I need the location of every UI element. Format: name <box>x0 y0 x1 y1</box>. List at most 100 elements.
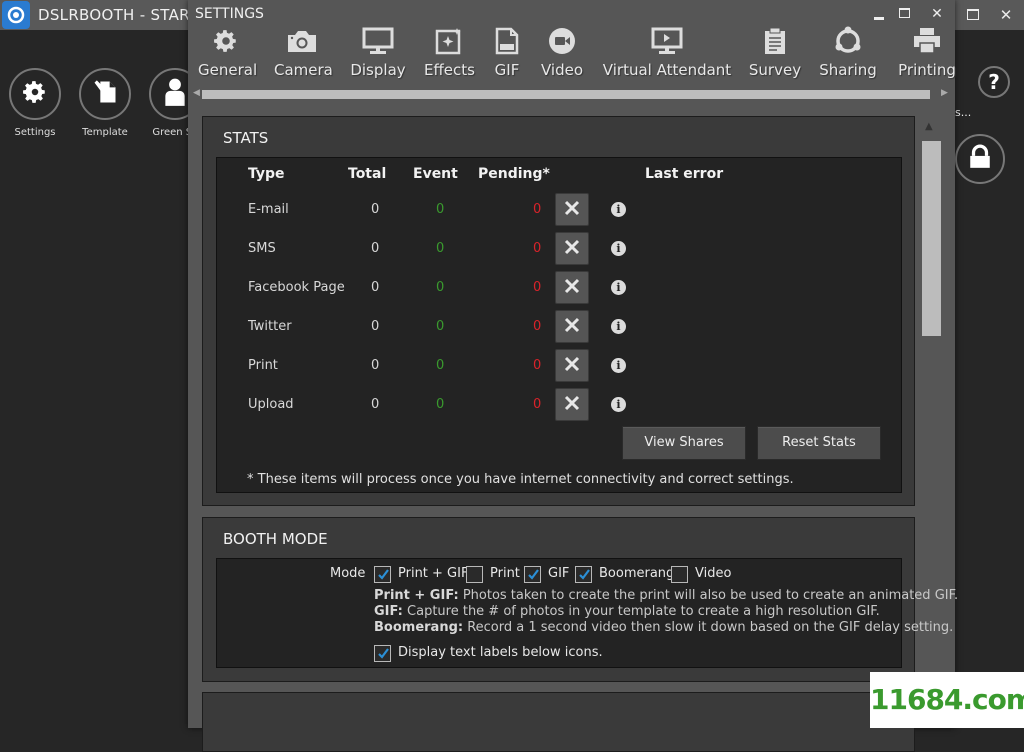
description-text: Photos taken to create the print will al… <box>458 588 959 603</box>
clear-pending-button[interactable] <box>555 193 589 226</box>
info-icon[interactable]: i <box>611 280 626 295</box>
stats-row: Twitter 0 0 0 i <box>217 309 903 345</box>
scrollbar-thumb[interactable] <box>202 90 930 99</box>
gear-icon <box>213 28 239 58</box>
clear-pending-button[interactable] <box>555 271 589 304</box>
tab-label: Video <box>540 61 584 79</box>
row-type: E-mail <box>248 202 289 217</box>
mode-option-label: Boomerang <box>599 566 675 581</box>
row-total: 0 <box>371 202 380 217</box>
info-icon[interactable]: i <box>611 358 626 373</box>
info-icon[interactable]: i <box>611 202 626 217</box>
row-type: Facebook Page <box>248 280 345 295</box>
mode-label: Mode <box>330 566 366 581</box>
description-term: GIF: <box>374 604 403 619</box>
tab-label: Printing <box>898 61 956 79</box>
tab-printing[interactable]: Printing <box>894 28 960 79</box>
tab-sharing[interactable]: Sharing <box>818 26 878 79</box>
virtual-attendant-icon <box>651 27 683 59</box>
row-type: Print <box>248 358 278 373</box>
tabs-horizontal-scrollbar[interactable]: ◀ ▶ <box>193 88 948 100</box>
scroll-right-icon[interactable]: ▶ <box>941 88 948 98</box>
main-tool-template[interactable]: Template <box>75 68 135 138</box>
settings-tabs: General Camera Display Effects GIF Video… <box>188 26 956 84</box>
mode-option-checkbox[interactable] <box>524 566 541 583</box>
clear-pending-button[interactable] <box>555 349 589 382</box>
mode-option-checkbox[interactable] <box>575 566 592 583</box>
row-pending: 0 <box>533 202 542 217</box>
camera-icon <box>286 28 318 58</box>
main-maximize-button[interactable] <box>962 4 984 26</box>
settings-window: SETTINGS ✕ General Camera Display Effect… <box>188 0 958 752</box>
booth-mode-panel: Mode Print + GIF Print GIF Boomerang Video P… <box>216 558 958 668</box>
stats-row: E-mail 0 0 0 i <box>217 192 903 228</box>
row-type: Upload <box>248 397 294 412</box>
main-close-button[interactable]: ✕ <box>995 4 1017 26</box>
clear-pending-button[interactable] <box>555 388 589 421</box>
question-icon: ? <box>988 70 1000 94</box>
lock-button[interactable] <box>955 134 1005 184</box>
mode-option-label: Print <box>490 566 520 581</box>
tab-label: Sharing <box>819 61 877 79</box>
row-total: 0 <box>371 319 380 334</box>
stats-row: Facebook Page 0 0 0 i <box>217 270 903 306</box>
description-term: Print + GIF: <box>374 588 459 603</box>
mode-description: Boomerang: Record a 1 second video then … <box>374 620 953 635</box>
tab-display[interactable]: Display <box>350 27 406 79</box>
close-icon <box>564 395 580 415</box>
help-button[interactable]: ? <box>978 66 1010 98</box>
template-edit-icon <box>91 78 119 110</box>
settings-close-button[interactable]: ✕ <box>926 4 948 24</box>
mode-option-checkbox[interactable] <box>671 566 688 583</box>
close-icon <box>564 278 580 298</box>
tab-gif[interactable]: GIF <box>490 27 524 79</box>
reset-stats-button[interactable]: Reset Stats <box>757 426 881 460</box>
info-icon[interactable]: i <box>611 241 626 256</box>
scroll-up-icon[interactable]: ▲ <box>925 121 933 132</box>
tab-general[interactable]: General <box>198 28 258 79</box>
close-icon <box>564 356 580 376</box>
video-icon <box>548 27 576 59</box>
tab-camera[interactable]: Camera <box>274 28 333 79</box>
app-title: DSLRBOOTH - START <box>38 6 199 24</box>
settings-title: SETTINGS <box>195 6 264 22</box>
row-pending: 0 <box>533 319 542 334</box>
main-tool-settings[interactable]: Settings <box>5 68 65 138</box>
clear-pending-button[interactable] <box>555 232 589 265</box>
stats-footnote: * These items will process once you have… <box>247 472 794 487</box>
description-text: Capture the # of photos in your template… <box>402 604 880 619</box>
booth-mode-section: BOOTH MODE Mode Print + GIF Print GIF Boome… <box>202 517 958 682</box>
mode-description: GIF: Capture the # of photos in your tem… <box>374 604 880 619</box>
tab-video[interactable]: Video <box>538 28 586 79</box>
row-event: 0 <box>436 319 445 334</box>
info-icon[interactable]: i <box>611 397 626 412</box>
stats-row: SMS 0 0 0 i <box>217 231 903 267</box>
tab-label: Camera <box>274 61 333 79</box>
scrollbar-thumb[interactable] <box>922 141 941 336</box>
stats-table: Type Total Event Pending* Last error E-m… <box>216 157 902 493</box>
tab-virtual-attendant[interactable]: Virtual Attendant <box>602 27 732 79</box>
content-vertical-scrollbar[interactable]: ▲ <box>920 121 942 721</box>
stats-row: Upload 0 0 0 i <box>217 387 903 423</box>
row-pending: 0 <box>533 397 542 412</box>
settings-maximize-button[interactable] <box>893 4 915 24</box>
main-tool-label: Template <box>82 127 128 138</box>
tab-label: Display <box>350 61 406 79</box>
row-event: 0 <box>436 358 445 373</box>
description-term: Boomerang: <box>374 620 464 635</box>
settings-content: STATS Type Total Event Pending* Last err… <box>188 104 958 752</box>
mode-option-checkbox[interactable] <box>466 566 483 583</box>
view-shares-button[interactable]: View Shares <box>622 426 746 460</box>
display-labels-checkbox[interactable] <box>374 645 391 662</box>
row-event: 0 <box>436 241 445 256</box>
tab-label: General <box>198 61 258 79</box>
close-icon <box>564 317 580 337</box>
info-icon[interactable]: i <box>611 319 626 334</box>
scroll-left-icon[interactable]: ◀ <box>193 88 200 98</box>
mode-option-checkbox[interactable] <box>374 566 391 583</box>
clear-pending-button[interactable] <box>555 310 589 343</box>
tab-survey[interactable]: Survey <box>748 27 802 79</box>
tab-effects[interactable]: Effects <box>424 28 475 79</box>
mode-option-label: Print + GIF <box>398 566 469 581</box>
settings-minimize-button[interactable] <box>868 8 890 28</box>
